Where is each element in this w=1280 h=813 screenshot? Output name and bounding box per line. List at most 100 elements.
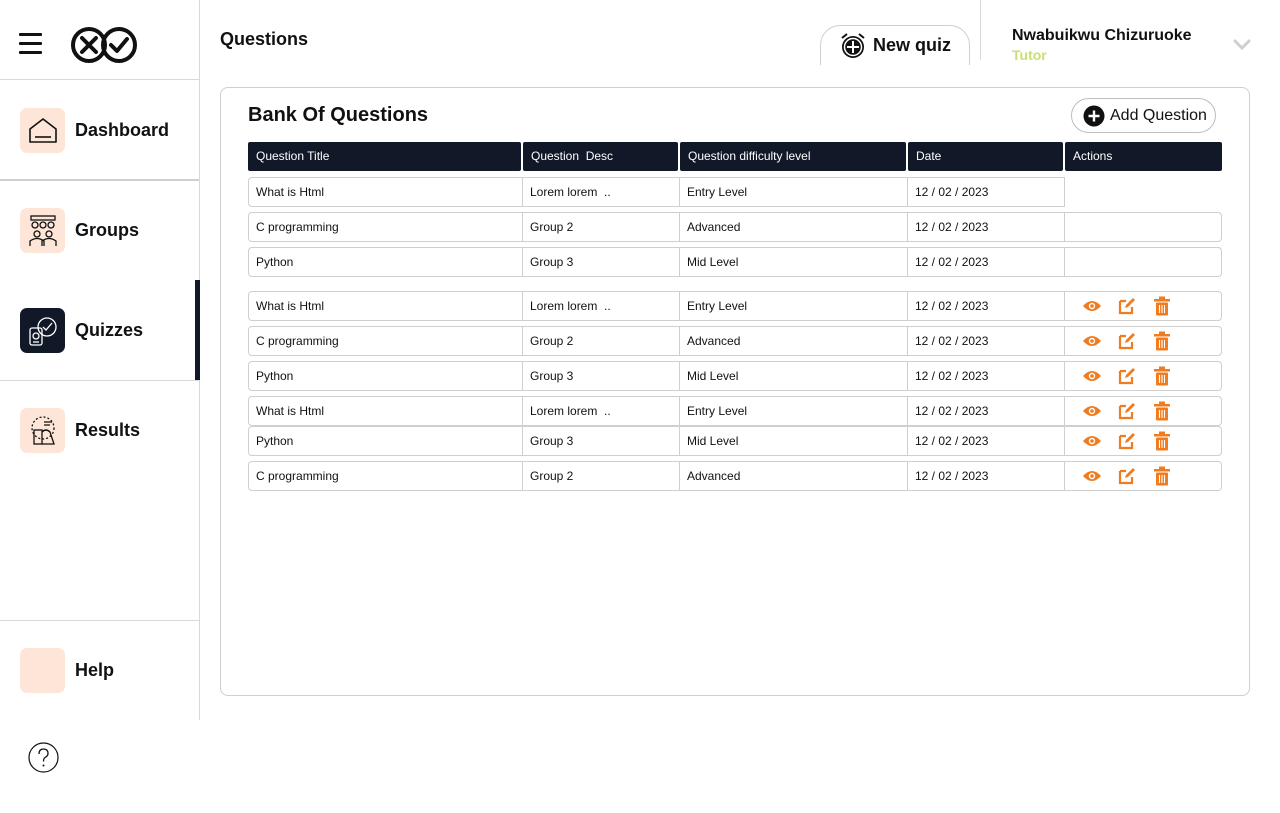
sidebar-item-label: Quizzes [75, 320, 144, 340]
delete-icon[interactable] [1152, 331, 1172, 351]
question-desc-cell: Group 3 [523, 361, 680, 391]
new-quiz-button[interactable]: New quiz [820, 25, 970, 65]
question-desc-cell: Group 2 [523, 461, 680, 491]
add-question-button[interactable]: Add Question [1071, 98, 1216, 133]
delete-icon[interactable] [1152, 366, 1172, 386]
sidebar-item-label: Groups [75, 220, 140, 240]
delete-icon[interactable] [1152, 296, 1172, 316]
view-icon[interactable] [1082, 401, 1102, 421]
add-question-label: Add Question [1110, 106, 1207, 124]
results-icon [20, 408, 65, 453]
home-icon [20, 108, 65, 153]
table-row[interactable]: What is Html Lorem lorem .. Entry Level 12 … [248, 291, 1222, 321]
edit-icon[interactable] [1117, 296, 1137, 316]
column-header: Actions [1065, 142, 1222, 171]
date-cell: 12 / 02 / 2023 [908, 361, 1065, 391]
question-title-cell: Python [248, 426, 523, 456]
question-desc-cell: Group 2 [523, 326, 680, 356]
actions-cell [1065, 212, 1222, 242]
difficulty-cell: Mid Level [680, 426, 908, 456]
chevron-down-icon[interactable] [1233, 38, 1251, 52]
view-icon[interactable] [1082, 466, 1102, 486]
question-title-cell: C programming [248, 212, 523, 242]
question-desc-cell: Lorem lorem .. [523, 291, 680, 321]
delete-icon[interactable] [1152, 401, 1172, 421]
view-icon[interactable] [1082, 366, 1102, 386]
edit-icon[interactable] [1117, 331, 1137, 351]
difficulty-cell: Advanced [680, 461, 908, 491]
date-cell: 12 / 02 / 2023 [908, 426, 1065, 456]
actions-cell [1065, 361, 1222, 391]
difficulty-cell: Advanced [680, 326, 908, 356]
sidebar-item-groups[interactable]: Groups [0, 180, 199, 280]
date-cell: 12 / 02 / 2023 [908, 396, 1065, 426]
column-header[interactable]: Question Desc [523, 142, 678, 171]
delete-icon[interactable] [1152, 466, 1172, 486]
delete-icon[interactable] [1152, 431, 1172, 451]
table-row[interactable]: Python Group 3 Mid Level 12 / 02 / 2023 [248, 426, 1222, 456]
table-row[interactable]: What is Html Lorem lorem .. Entry Level 12 … [248, 177, 1222, 207]
table-row[interactable]: C programming Group 2 Advanced 12 / 02 / 20… [248, 326, 1222, 356]
actions-cell [1065, 291, 1222, 321]
actions-cell [1065, 396, 1222, 426]
new-quiz-label: New quiz [873, 35, 952, 55]
logo [71, 27, 137, 63]
question-title-cell: Python [248, 247, 523, 277]
table-header: Question Title Question Desc Question di… [248, 142, 1222, 171]
user-name: Nwabuikwu Chizuruoke [1012, 27, 1192, 44]
view-icon[interactable] [1082, 296, 1102, 316]
column-header[interactable]: Question Title [248, 142, 521, 171]
column-header[interactable]: Question difficulty level [680, 142, 906, 171]
difficulty-cell: Mid Level [680, 361, 908, 391]
question-desc-cell: Lorem lorem .. [523, 177, 680, 207]
sidebar-item-help[interactable]: Help [0, 620, 199, 720]
edit-icon[interactable] [1117, 401, 1137, 421]
sidebar-item-results[interactable]: Results [0, 380, 199, 480]
question-title-cell: What is Html [248, 177, 523, 207]
sidebar-item-dashboard[interactable]: Dashboard [0, 80, 199, 180]
question-desc-cell: Group 3 [523, 247, 680, 277]
sidebar-item-quizzes[interactable]: Quizzes [0, 280, 199, 380]
help-placeholder-icon [20, 648, 65, 693]
logo-row [0, 0, 199, 80]
question-desc-cell: Group 2 [523, 212, 680, 242]
edit-icon[interactable] [1117, 431, 1137, 451]
date-cell: 12 / 02 / 2023 [908, 247, 1065, 277]
edit-icon[interactable] [1117, 366, 1137, 386]
table-row[interactable]: C programming Group 2 Advanced 12 / 02 / 20… [248, 461, 1222, 491]
header-divider [980, 0, 981, 60]
panel-title: Bank Of Questions [248, 104, 429, 126]
sidebar-item-label: Results [75, 420, 141, 440]
difficulty-cell: Entry Level [680, 291, 908, 321]
difficulty-cell: Advanced [680, 212, 908, 242]
actions-cell [1065, 461, 1222, 491]
user-role: Tutor [1012, 47, 1047, 63]
alarm-clock-icon [841, 32, 865, 58]
difficulty-cell: Mid Level [680, 247, 908, 277]
date-cell: 12 / 02 / 2023 [908, 461, 1065, 491]
sidebar-item-label: Help [75, 660, 115, 680]
question-title-cell: C programming [248, 326, 523, 356]
actions-cell [1065, 177, 1222, 207]
question-title-cell: What is Html [248, 291, 523, 321]
view-icon[interactable] [1082, 331, 1102, 351]
difficulty-cell: Entry Level [680, 177, 908, 207]
date-cell: 12 / 02 / 2023 [908, 212, 1065, 242]
question-title-cell: What is Html [248, 396, 523, 426]
question-title-cell: C programming [248, 461, 523, 491]
hamburger-menu-icon[interactable] [19, 33, 43, 55]
table-row[interactable]: C programming Group 2 Advanced 12 / 02 / 20… [248, 212, 1222, 242]
date-cell: 12 / 02 / 2023 [908, 291, 1065, 321]
table-row[interactable]: Python Group 3 Mid Level 12 / 02 / 2023 [248, 361, 1222, 391]
question-circle-icon[interactable] [28, 741, 59, 774]
table-row[interactable]: Python Group 3 Mid Level 12 / 02 / 2023 [248, 247, 1222, 277]
table-row[interactable]: What is Html Lorem lorem .. Entry Level 12 … [248, 396, 1222, 426]
date-cell: 12 / 02 / 2023 [908, 326, 1065, 356]
active-indicator [195, 280, 200, 380]
edit-icon[interactable] [1117, 466, 1137, 486]
column-header[interactable]: Date [908, 142, 1063, 171]
group-icon [20, 208, 65, 253]
actions-cell [1065, 247, 1222, 277]
date-cell: 12 / 02 / 2023 [908, 177, 1065, 207]
view-icon[interactable] [1082, 431, 1102, 451]
